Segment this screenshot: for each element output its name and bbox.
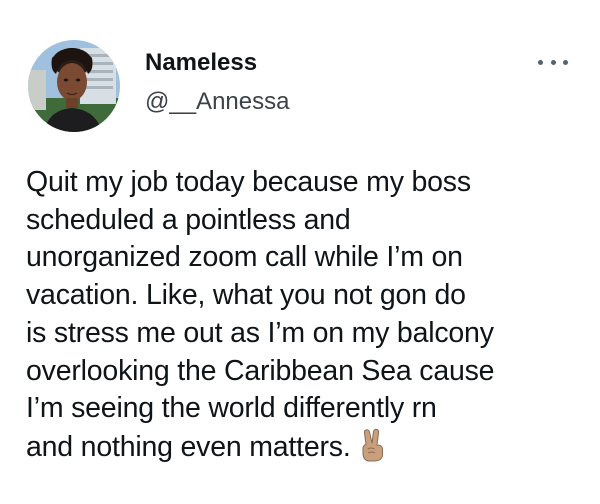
tweet-text-line: and nothing even matters. bbox=[26, 430, 351, 463]
author-display-name[interactable]: Nameless bbox=[145, 48, 257, 78]
dot bbox=[550, 59, 556, 65]
author-handle[interactable]: @__Annessa bbox=[145, 87, 289, 117]
tweet-text-line: is stress me out as I’m on my balcony bbox=[26, 316, 494, 349]
tweet-text-line: scheduled a pointless and bbox=[26, 203, 351, 236]
profile-photo-icon bbox=[28, 40, 120, 132]
dot bbox=[538, 59, 543, 65]
victory-hand-icon bbox=[359, 428, 387, 473]
tweet-text: Quit my job today because my boss schedu… bbox=[26, 164, 586, 473]
tweet-text-line: vacation. Like, what you not gon do bbox=[26, 279, 466, 312]
avatar[interactable] bbox=[28, 40, 120, 132]
more-options-icon[interactable] bbox=[538, 50, 568, 74]
tweet-text-line: I’m seeing the world differently rn bbox=[26, 392, 437, 425]
tweet-text-line: Quit my job today because my boss bbox=[26, 166, 471, 198]
tweet-card: Nameless @__Annessa Quit my job today be… bbox=[0, 0, 600, 504]
tweet-text-last-line: and nothing even matters. bbox=[26, 428, 586, 473]
tweet-text-line: unorganized zoom call while I’m on bbox=[26, 241, 463, 274]
tweet-text-line: overlooking the Caribbean Sea cause bbox=[26, 354, 495, 387]
dot bbox=[563, 59, 568, 65]
